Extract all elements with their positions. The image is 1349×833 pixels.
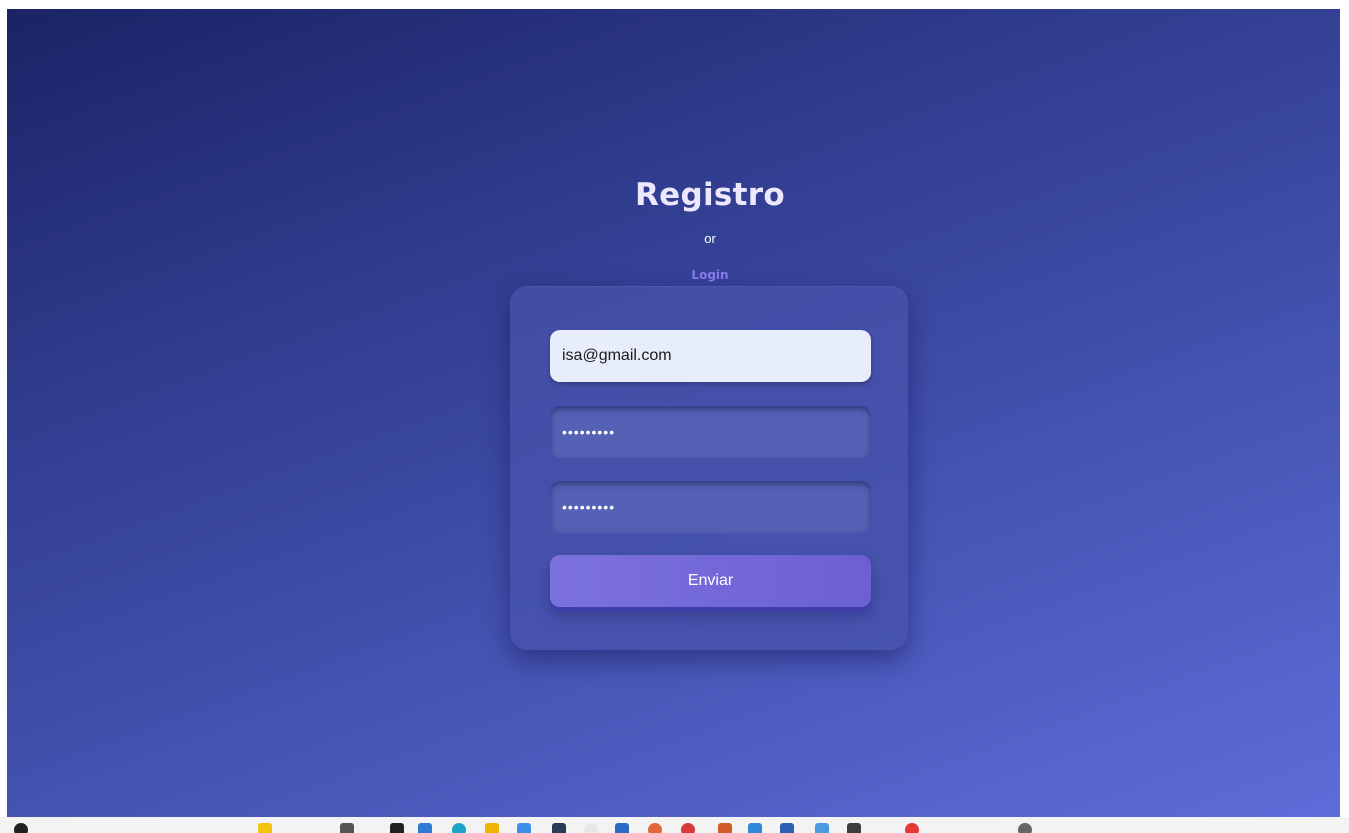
or-separator: or — [704, 231, 716, 246]
app-blue-icon[interactable] — [748, 823, 762, 833]
confirm-password-field[interactable] — [550, 481, 871, 533]
register-form-card: Enviar — [510, 286, 908, 650]
email-field[interactable] — [550, 330, 871, 382]
taskbar — [0, 817, 1349, 833]
chrome-icon[interactable] — [584, 823, 598, 833]
task-view-icon[interactable] — [340, 823, 354, 833]
search-icon[interactable] — [14, 823, 28, 833]
page-title: Registro — [635, 177, 785, 213]
app-red2-icon[interactable] — [905, 823, 919, 833]
terminal-icon[interactable] — [552, 823, 566, 833]
app-red-icon[interactable] — [681, 823, 695, 833]
widgets-icon[interactable] — [258, 823, 272, 833]
vscode-icon[interactable] — [418, 823, 432, 833]
login-link[interactable]: Login — [7, 268, 1340, 282]
app-lightblue-icon[interactable] — [815, 823, 829, 833]
edge-icon[interactable] — [452, 823, 466, 833]
store-icon[interactable] — [517, 823, 531, 833]
app-orange-icon[interactable] — [648, 823, 662, 833]
app-gray-icon[interactable] — [1018, 823, 1032, 833]
explorer-icon[interactable] — [485, 823, 499, 833]
word-icon[interactable] — [780, 823, 794, 833]
browser-viewport: Registro or Login Enviar — [7, 9, 1340, 817]
powerpoint-icon[interactable] — [718, 823, 732, 833]
submit-button[interactable]: Enviar — [550, 555, 871, 607]
outlook-icon[interactable] — [615, 823, 629, 833]
app-dark-icon[interactable] — [847, 823, 861, 833]
password-field[interactable] — [550, 406, 871, 458]
github-icon[interactable] — [390, 823, 404, 833]
